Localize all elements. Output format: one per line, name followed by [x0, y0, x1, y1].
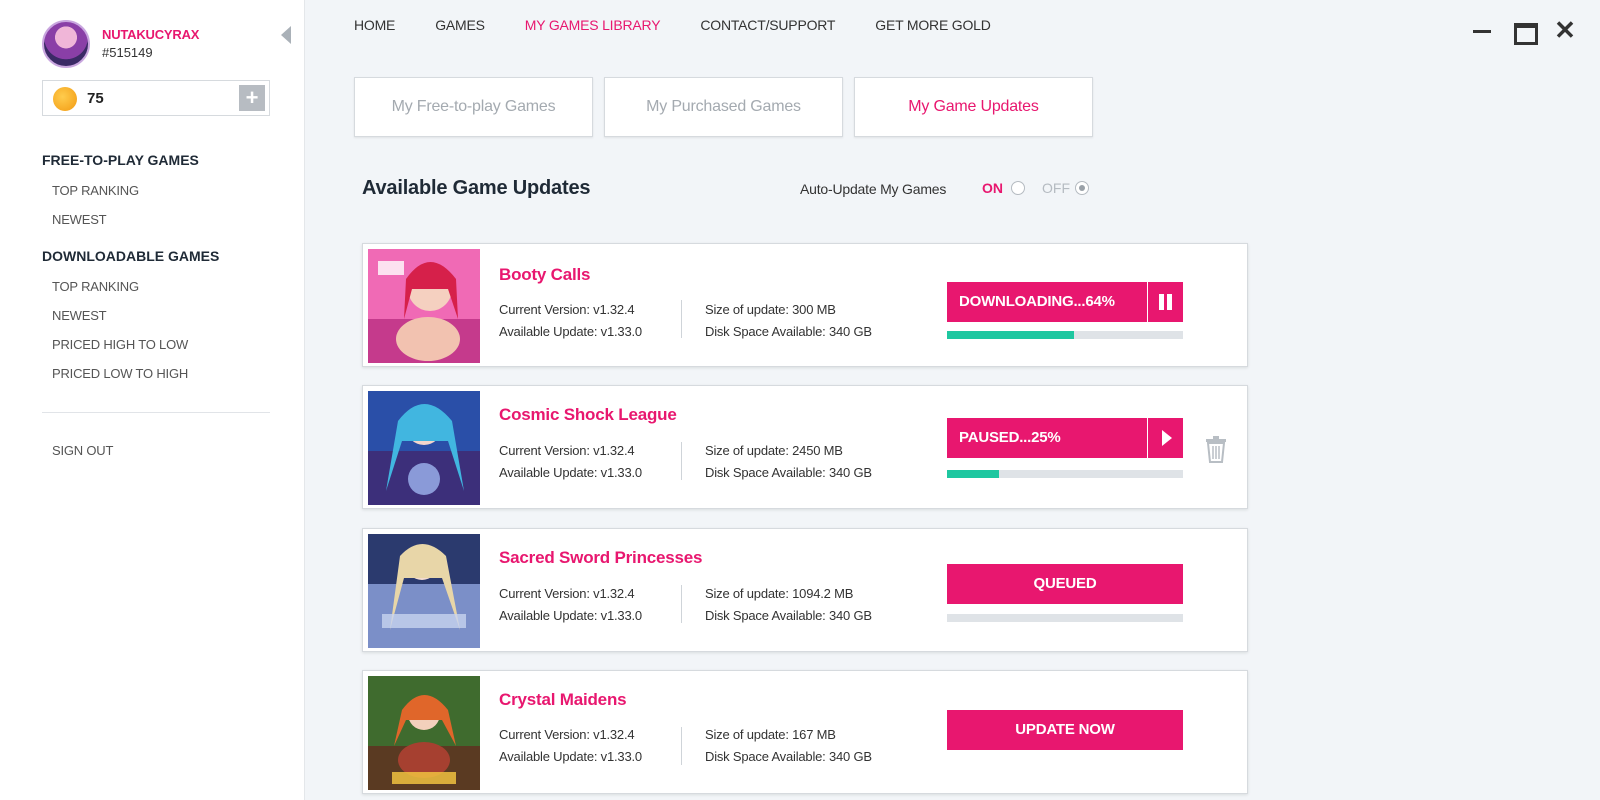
sidebar-item-f2p-top-ranking[interactable]: TOP RANKING	[52, 183, 139, 198]
info-divider	[681, 585, 682, 623]
current-version: Current Version: v1.32.4	[499, 727, 635, 742]
sidebar-item-dl-top-ranking[interactable]: TOP RANKING	[52, 279, 139, 294]
action-label: QUEUED	[1033, 575, 1097, 592]
game-thumbnail[interactable]	[368, 249, 480, 363]
disk-space: Disk Space Available: 340 GB	[705, 608, 872, 623]
nav-my-games-library[interactable]: MY GAMES LIBRARY	[525, 17, 661, 33]
game-title[interactable]: Cosmic Shock League	[499, 405, 677, 425]
auto-update-on-radio[interactable]	[1011, 181, 1025, 195]
collapse-sidebar-icon[interactable]	[281, 26, 291, 44]
paused-status-button: PAUSED...25%	[947, 418, 1183, 458]
nav-games[interactable]: GAMES	[435, 17, 485, 33]
maximize-icon[interactable]	[1508, 16, 1538, 45]
pause-icon[interactable]	[1147, 282, 1183, 322]
progress-fill	[947, 470, 999, 478]
section-title-downloadable: DOWNLOADABLE GAMES	[42, 248, 220, 264]
available-update: Available Update: v1.33.0	[499, 749, 642, 764]
sidebar-item-dl-priced-high-low[interactable]: PRICED HIGH TO LOW	[52, 337, 188, 352]
auto-update-off-radio[interactable]	[1075, 181, 1089, 195]
available-update: Available Update: v1.33.0	[499, 465, 642, 480]
info-divider	[681, 300, 682, 338]
game-thumbnail[interactable]	[368, 676, 480, 790]
update-size: Size of update: 1094.2 MB	[705, 586, 854, 601]
available-update: Available Update: v1.33.0	[499, 608, 642, 623]
sidebar-divider	[42, 412, 270, 413]
auto-update-label: Auto-Update My Games	[800, 181, 947, 197]
game-thumbnail[interactable]	[368, 391, 480, 505]
action-label: PAUSED...25%	[959, 429, 1061, 446]
disk-space: Disk Space Available: 340 GB	[705, 465, 872, 480]
auto-update-on-label: ON	[982, 180, 1003, 196]
action-label: DOWNLOADING...64%	[959, 293, 1115, 310]
section-title-free-to-play: FREE-TO-PLAY GAMES	[42, 152, 199, 168]
play-icon[interactable]	[1147, 418, 1183, 458]
tab-game-updates[interactable]: My Game Updates	[854, 77, 1093, 137]
page-title: Available Game Updates	[362, 177, 591, 199]
progress-bar	[947, 331, 1183, 339]
available-update: Available Update: v1.33.0	[499, 324, 642, 339]
current-version: Current Version: v1.32.4	[499, 586, 635, 601]
queued-status-button[interactable]: QUEUED	[947, 564, 1183, 604]
nav-get-more-gold[interactable]: GET MORE GOLD	[875, 17, 991, 33]
progress-bar	[947, 614, 1183, 622]
progress-bar	[947, 470, 1183, 478]
tab-free-to-play[interactable]: My Free-to-play Games	[354, 77, 593, 137]
gold-coin-icon	[53, 87, 77, 111]
downloading-status-button: DOWNLOADING...64%	[947, 282, 1183, 322]
user-id: #515149	[102, 45, 153, 60]
game-title[interactable]: Sacred Sword Princesses	[499, 548, 702, 568]
close-icon[interactable]: ✕	[1550, 16, 1580, 44]
tab-purchased[interactable]: My Purchased Games	[604, 77, 843, 137]
game-card-sacred-sword-princesses: Sacred Sword Princesses Current Version:…	[362, 528, 1248, 652]
update-now-button[interactable]: UPDATE NOW	[947, 710, 1183, 750]
progress-fill	[947, 331, 1075, 339]
minimize-icon[interactable]	[1467, 16, 1497, 44]
update-size: Size of update: 167 MB	[705, 727, 836, 742]
trash-icon[interactable]	[1205, 435, 1227, 463]
update-size: Size of update: 300 MB	[705, 302, 836, 317]
sidebar-item-dl-newest[interactable]: NEWEST	[52, 308, 107, 323]
game-card-cosmic-shock-league: Cosmic Shock League Current Version: v1.…	[362, 385, 1248, 509]
info-divider	[681, 442, 682, 480]
sign-out-link[interactable]: SIGN OUT	[52, 443, 113, 458]
disk-space: Disk Space Available: 340 GB	[705, 324, 872, 339]
gold-balance: 75 +	[42, 80, 270, 116]
action-label: UPDATE NOW	[1015, 721, 1115, 738]
sidebar: NUTAKUCYRAX #515149 75 + FREE-TO-PLAY GA…	[0, 0, 305, 800]
sidebar-item-f2p-newest[interactable]: NEWEST	[52, 212, 107, 227]
info-divider	[681, 727, 682, 765]
game-title[interactable]: Crystal Maidens	[499, 690, 627, 710]
current-version: Current Version: v1.32.4	[499, 302, 635, 317]
sidebar-item-dl-priced-low-high[interactable]: PRICED LOW TO HIGH	[52, 366, 188, 381]
nav-home[interactable]: HOME	[354, 17, 395, 33]
auto-update-off-label: OFF	[1042, 180, 1070, 196]
current-version: Current Version: v1.32.4	[499, 443, 635, 458]
nav-contact-support[interactable]: CONTACT/SUPPORT	[700, 17, 835, 33]
add-gold-button[interactable]: +	[239, 85, 265, 111]
top-nav: HOME GAMES MY GAMES LIBRARY CONTACT/SUPP…	[354, 17, 1031, 33]
game-title[interactable]: Booty Calls	[499, 265, 591, 285]
avatar[interactable]	[42, 20, 90, 68]
username: NUTAKUCYRAX	[102, 27, 200, 42]
disk-space: Disk Space Available: 340 GB	[705, 749, 872, 764]
gold-amount: 75	[87, 90, 104, 107]
game-card-crystal-maidens: Crystal Maidens Current Version: v1.32.4…	[362, 670, 1248, 794]
update-size: Size of update: 2450 MB	[705, 443, 843, 458]
game-thumbnail[interactable]	[368, 534, 480, 648]
game-card-booty-calls: Booty Calls Current Version: v1.32.4 Ava…	[362, 243, 1248, 367]
